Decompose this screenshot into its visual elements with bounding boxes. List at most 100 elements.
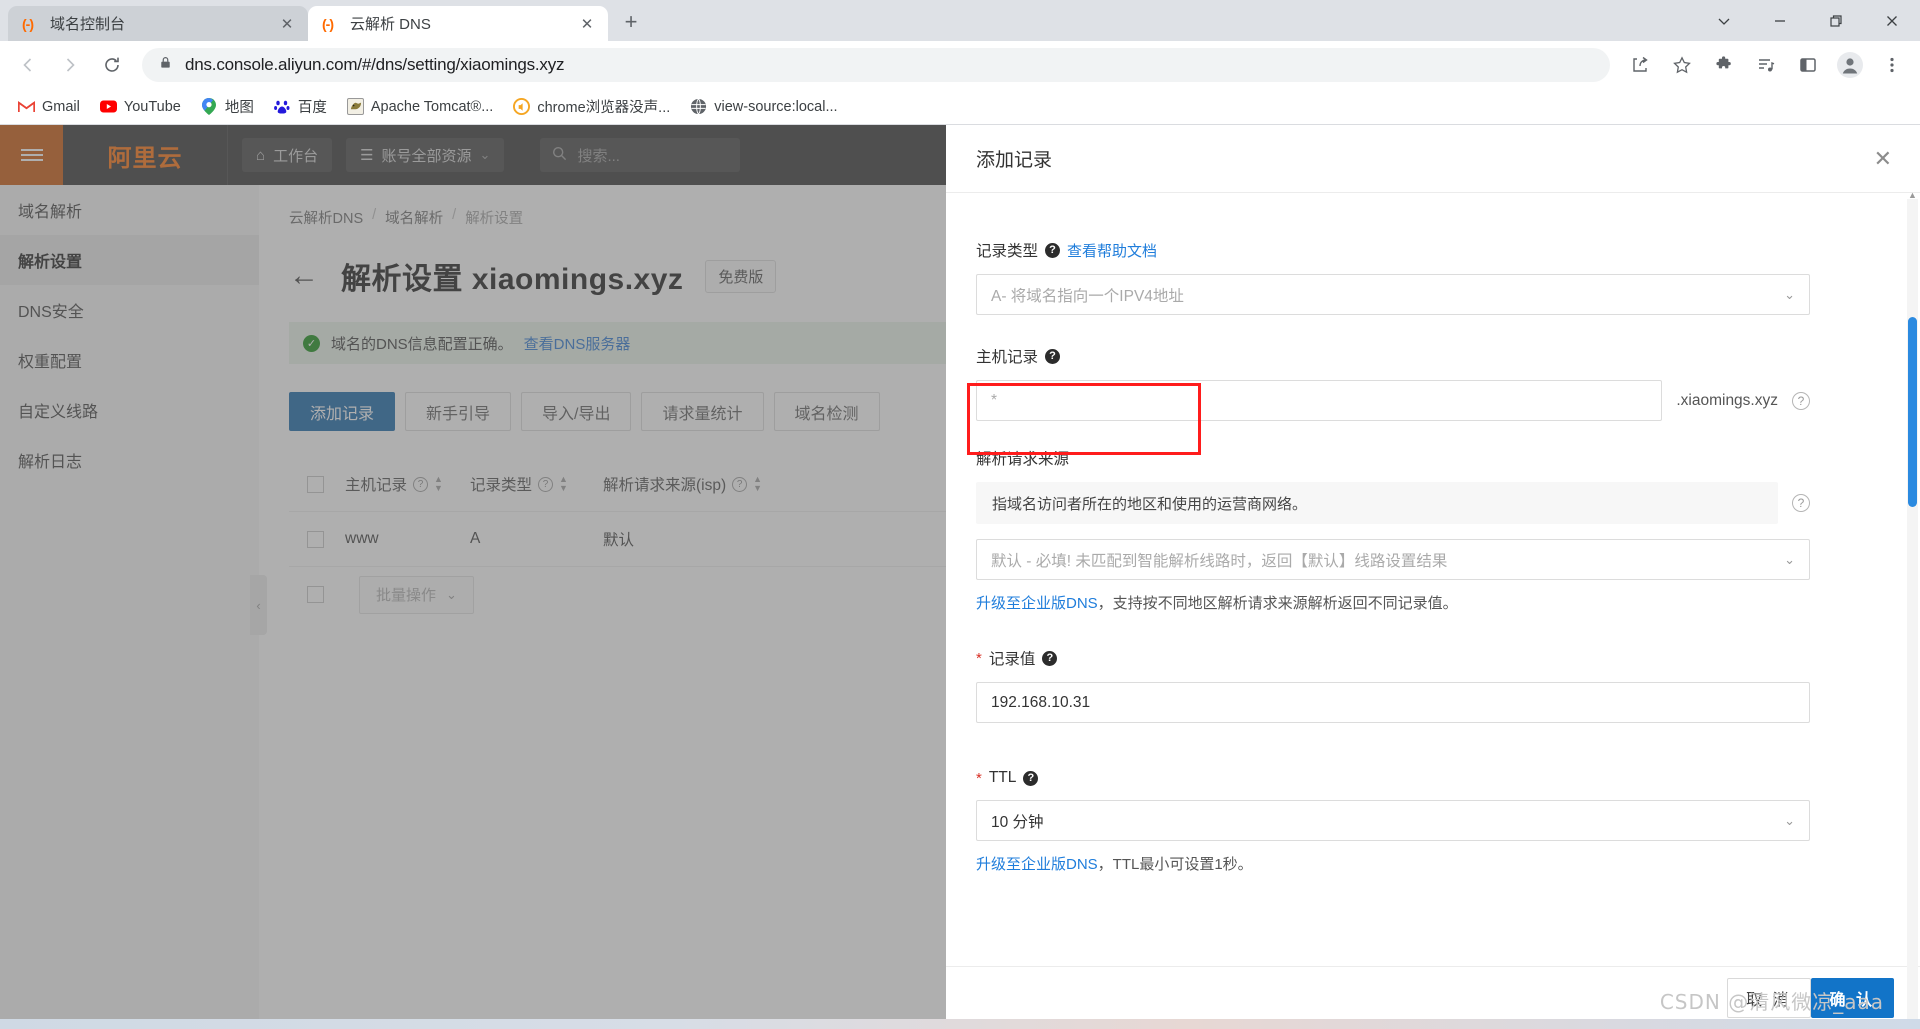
field-label: * TTL ? xyxy=(976,769,1810,787)
bookmark-label: 百度 xyxy=(297,100,327,116)
record-value-text: 192.168.10.31 xyxy=(991,693,1091,711)
field-label: 记录类型 ? 查看帮助文档 xyxy=(976,239,1810,261)
request-source-label: 解析请求来源 xyxy=(976,451,1070,468)
drawer-title: 添加记录 xyxy=(976,150,1053,171)
profile-avatar-icon[interactable] xyxy=(1830,45,1870,85)
bookmark-view-source[interactable]: view-source:local... xyxy=(682,94,845,119)
tomcat-icon xyxy=(346,98,364,115)
help-icon[interactable]: ? xyxy=(1045,348,1061,364)
taskbar-strip xyxy=(0,1019,1920,1029)
minimize-icon[interactable] xyxy=(1752,0,1808,41)
request-source-select[interactable]: 默认 - 必填! 未匹配到智能解析线路时，返回【默认】线路设置结果 ⌄ xyxy=(976,539,1810,580)
chevron-down-icon[interactable] xyxy=(1696,0,1752,41)
bookmark-label: YouTube xyxy=(123,98,181,115)
record-type-value: A- 将域名指向一个IPV4地址 xyxy=(991,287,1184,305)
bookmark-label: Apache Tomcat®... xyxy=(370,98,494,115)
browser-tab-0[interactable]: (-) 域名控制台 ✕ xyxy=(8,6,308,41)
bookmark-label: chrome浏览器没声... xyxy=(537,100,671,116)
globe-icon xyxy=(690,98,707,115)
help-icon[interactable]: ? xyxy=(1023,770,1039,786)
reading-list-icon[interactable] xyxy=(1746,45,1786,85)
star-icon[interactable] xyxy=(1662,45,1702,85)
field-label: 解析请求来源 xyxy=(976,447,1810,469)
scrollbar-thumb[interactable] xyxy=(1908,317,1917,507)
window-controls xyxy=(1696,0,1920,41)
chevron-down-icon: ⌄ xyxy=(1784,812,1795,828)
new-tab-button[interactable]: + xyxy=(614,5,648,39)
maps-icon xyxy=(201,98,218,115)
browser-tab-1[interactable]: (-) 云解析 DNS ✕ xyxy=(308,6,608,41)
bookmark-chrome-sound[interactable]: chrome浏览器没声... xyxy=(505,92,678,121)
record-type-select[interactable]: A- 将域名指向一个IPV4地址 ⌄ xyxy=(976,274,1810,315)
baidu-icon xyxy=(274,98,291,115)
upgrade-enterprise-dns-link[interactable]: 升级至企业版DNS xyxy=(976,856,1098,873)
record-type-label: 记录类型 xyxy=(976,243,1039,260)
side-panel-icon[interactable] xyxy=(1788,45,1828,85)
help-icon[interactable]: ? xyxy=(1045,242,1061,258)
upgrade-enterprise-dns-link[interactable]: 升级至企业版DNS xyxy=(976,595,1098,612)
browser-window: (-) 域名控制台 ✕ (-) 云解析 DNS ✕ + dns.console.… xyxy=(0,0,1920,1029)
ttl-label: TTL xyxy=(988,769,1017,786)
hint-rest: ，支持按不同地区解析请求来源解析返回不同记录值。 xyxy=(1097,595,1458,612)
close-icon[interactable] xyxy=(1864,0,1920,41)
aliyun-icon: (-) xyxy=(322,15,334,32)
close-icon[interactable]: ✕ xyxy=(276,13,298,35)
close-icon[interactable]: ✕ xyxy=(576,13,598,35)
chevron-down-icon: ⌄ xyxy=(1784,286,1795,302)
back-arrow-icon[interactable] xyxy=(8,45,48,85)
bookmark-tomcat[interactable]: Apache Tomcat®... xyxy=(339,94,501,119)
chrome-sound-icon xyxy=(513,98,531,115)
domain-suffix: .xiaomings.xyz xyxy=(1676,391,1778,409)
toolbar-actions xyxy=(1620,45,1912,85)
bookmark-label: view-source:local... xyxy=(714,98,838,115)
share-icon[interactable] xyxy=(1620,45,1660,85)
required-marker: * xyxy=(976,649,982,667)
bookmark-youtube[interactable]: YouTube xyxy=(92,94,189,119)
drawer-scrollbar[interactable]: ▲ ▼ xyxy=(1907,190,1918,1028)
forward-arrow-icon[interactable] xyxy=(50,45,90,85)
help-icon[interactable]: ? xyxy=(1792,391,1810,410)
host-record-input[interactable]: * xyxy=(976,380,1663,421)
ttl-hint: 升级至企业版DNS，TTL最小可设置1秒。 xyxy=(976,853,1810,874)
tab-title: 域名控制台 xyxy=(50,16,126,33)
field-label: * 记录值 ? xyxy=(976,647,1810,669)
tab-title: 云解析 DNS xyxy=(350,16,431,33)
bookmark-baidu[interactable]: 百度 xyxy=(266,92,335,121)
restore-icon[interactable] xyxy=(1808,0,1864,41)
field-request-source: 解析请求来源 指域名访问者所在的地区和使用的运营商网络。 ? 默认 - 必填! … xyxy=(976,447,1810,613)
reload-icon[interactable] xyxy=(92,45,132,85)
url-text: dns.console.aliyun.com/#/dns/setting/xia… xyxy=(185,55,565,74)
field-label: 主机记录 ? xyxy=(976,345,1810,367)
scroll-up-icon[interactable]: ▲ xyxy=(1907,189,1918,201)
tab-strip: (-) 域名控制台 ✕ (-) 云解析 DNS ✕ + xyxy=(0,0,1920,41)
bookmarks-bar: Gmail YouTube 地图 百度 Apache Tomcat®... ch… xyxy=(0,89,1920,125)
field-record-type: 记录类型 ? 查看帮助文档 A- 将域名指向一个IPV4地址 ⌄ xyxy=(976,239,1810,315)
required-marker: * xyxy=(976,769,982,787)
bookmark-gmail[interactable]: Gmail xyxy=(10,94,88,119)
aliyun-icon: (-) xyxy=(22,15,34,32)
drawer-body: 记录类型 ? 查看帮助文档 A- 将域名指向一个IPV4地址 ⌄ 主机记录 ? xyxy=(946,193,1920,966)
help-icon[interactable]: ? xyxy=(1042,650,1058,666)
ttl-select[interactable]: 10 分钟 ⌄ xyxy=(976,800,1810,841)
help-doc-link[interactable]: 查看帮助文档 xyxy=(1067,240,1157,261)
close-icon[interactable]: ✕ xyxy=(1874,147,1892,170)
browser-toolbar: dns.console.aliyun.com/#/dns/setting/xia… xyxy=(0,41,1920,89)
youtube-icon xyxy=(99,98,117,115)
field-host-record: 主机记录 ? * .xiaomings.xyz ? xyxy=(976,345,1810,421)
record-value-label: 记录值 xyxy=(988,651,1036,668)
record-value-input[interactable]: 192.168.10.31 xyxy=(976,682,1810,723)
hint-rest: ，TTL最小可设置1秒。 xyxy=(1097,856,1253,873)
help-icon[interactable]: ? xyxy=(1792,494,1810,512)
host-record-value: * xyxy=(991,391,998,409)
bookmark-label: 地图 xyxy=(224,100,254,116)
drawer-header: 添加记录 ✕ xyxy=(946,125,1920,193)
puzzle-icon[interactable] xyxy=(1704,45,1744,85)
field-record-value: * 记录值 ? 192.168.10.31 xyxy=(976,647,1810,723)
address-bar[interactable]: dns.console.aliyun.com/#/dns/setting/xia… xyxy=(142,48,1610,82)
bookmark-label: Gmail xyxy=(42,98,80,115)
page-content: 阿里云 ⌂ 工作台 ☰ 账号全部资源 ⌄ 搜索... xyxy=(0,125,1920,1029)
three-dot-menu-icon[interactable] xyxy=(1872,45,1912,85)
bookmark-maps[interactable]: 地图 xyxy=(193,92,262,121)
lock-icon xyxy=(158,55,173,75)
csdn-watermark: CSDN @清风微凉_aaa xyxy=(1659,990,1884,1014)
